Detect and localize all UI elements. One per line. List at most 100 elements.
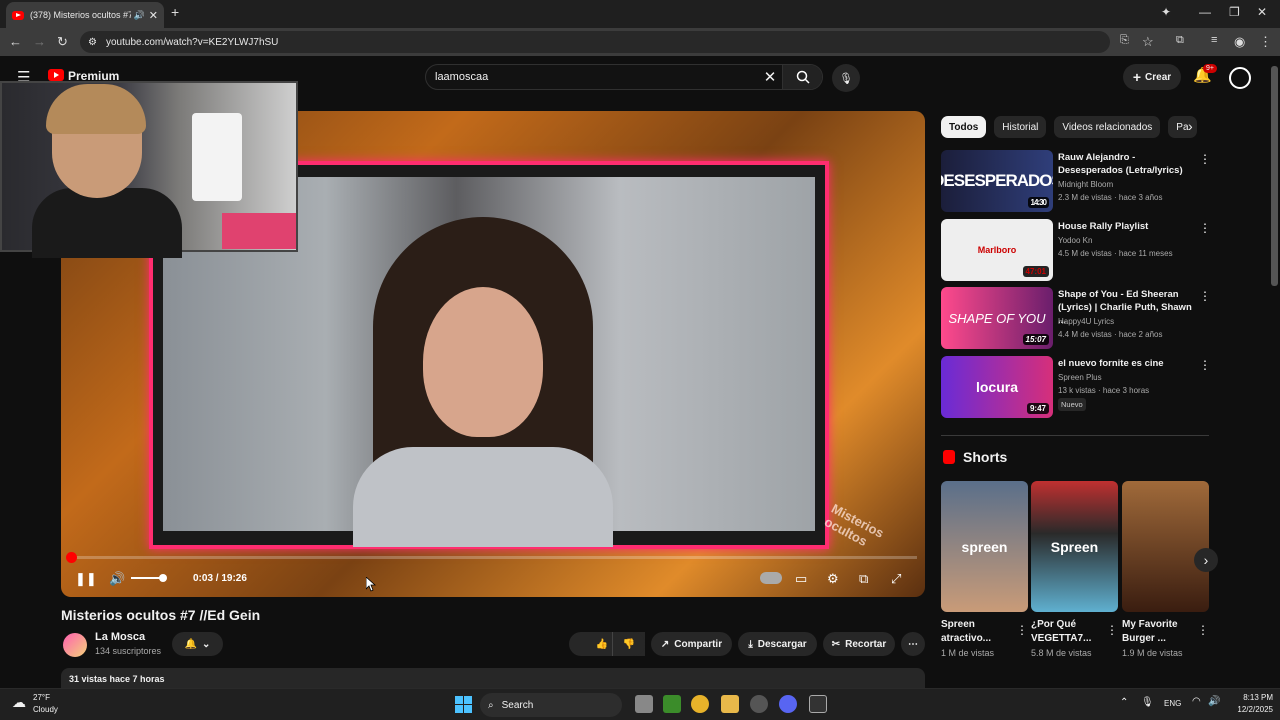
short-thumbnail[interactable]: Spreen xyxy=(1031,481,1118,612)
subscribe-bell-button[interactable]: 🔔 ⌄ xyxy=(172,632,223,656)
windows-start-icon[interactable] xyxy=(455,696,472,713)
short-more-icon[interactable]: ⋮ xyxy=(1106,623,1118,637)
speaker-tray-icon[interactable]: 🔊 xyxy=(1208,696,1220,707)
maximize-button[interactable]: ❐ xyxy=(1229,5,1240,19)
volume-icon[interactable]: 🔊 xyxy=(109,571,125,587)
task-view-icon[interactable] xyxy=(635,695,653,713)
gemini-icon[interactable]: ✦ xyxy=(1161,5,1171,19)
share-button[interactable]: ↗ Compartir xyxy=(651,632,732,656)
rec-channel[interactable]: Happy4U Lyrics xyxy=(1058,317,1114,326)
mic-tray-icon[interactable]: 🎙 xyxy=(1141,697,1154,708)
page-scrollbar[interactable] xyxy=(1271,66,1278,286)
minimize-button[interactable]: — xyxy=(1199,5,1211,19)
app-icon[interactable] xyxy=(750,695,768,713)
rec-thumbnail[interactable]: Marlboro 47:01 xyxy=(941,219,1053,281)
search-button[interactable] xyxy=(782,65,822,89)
forward-icon[interactable]: → xyxy=(33,34,46,49)
rec-channel[interactable]: Midnight Bloom xyxy=(1058,180,1113,189)
download-button[interactable]: ⤓ Descargar xyxy=(738,632,817,656)
channel-avatar[interactable] xyxy=(63,633,87,657)
browser-tab[interactable]: (378) Misterios ocultos #7 / 🔊 ✕ xyxy=(6,2,164,28)
scrubber-handle[interactable] xyxy=(66,552,78,563)
discord-icon[interactable] xyxy=(779,695,797,713)
settings-gear-icon[interactable]: ⚙ xyxy=(827,571,839,587)
speaker-icon[interactable]: 🔊 xyxy=(134,10,145,21)
short-item[interactable]: My Favorite Burger ... 1.9 M de vistas ⋮ xyxy=(1122,481,1209,658)
file-explorer-icon[interactable] xyxy=(721,695,739,713)
extensions-icon[interactable]: ⧉ xyxy=(1176,34,1184,47)
bookmark-star-icon[interactable]: ☆ xyxy=(1142,34,1154,50)
site-info-icon[interactable]: ⚙ xyxy=(88,37,97,48)
autoplay-toggle[interactable] xyxy=(760,572,782,584)
recommendation-item[interactable]: locura 9:47 el nuevo fornite es cine Spreen… xyxy=(941,356,1213,418)
rec-more-icon[interactable]: ⋮ xyxy=(1199,289,1211,303)
profile-icon[interactable]: ◉ xyxy=(1234,34,1245,50)
recommendation-item[interactable]: DESESPERADOS 14:30 Rauw Alejandro - Desesp… xyxy=(941,150,1213,212)
wifi-icon[interactable]: ◠ xyxy=(1192,696,1201,707)
short-item[interactable]: Spreen ¿Por Qué VEGETTA7... 5.8 M de vista… xyxy=(1031,481,1118,658)
rec-thumbnail[interactable]: locura 9:47 xyxy=(941,356,1053,418)
chrome-icon[interactable] xyxy=(691,695,709,713)
short-item[interactable]: spreen Spreen atractivo... 1 M de vistas ⋮ xyxy=(941,481,1028,658)
language-indicator[interactable]: ENG xyxy=(1164,699,1181,708)
epic-games-icon[interactable] xyxy=(809,695,827,713)
rec-thumbnail[interactable]: DESESPERADOS 14:30 xyxy=(941,150,1053,212)
close-window-button[interactable]: ✕ xyxy=(1257,5,1267,19)
back-icon[interactable]: ← xyxy=(9,34,22,49)
chip-1[interactable]: Historial xyxy=(994,116,1047,138)
rec-channel[interactable]: Yodoo Kn xyxy=(1058,236,1092,245)
fullscreen-icon[interactable]: ⤢ xyxy=(891,571,901,587)
clip-button[interactable]: ✂ Recortar xyxy=(823,632,895,656)
pause-icon[interactable]: ❚❚ xyxy=(75,571,97,587)
menu-kebab-icon[interactable]: ⋮ xyxy=(1259,34,1272,50)
miniplayer-icon[interactable]: ⧉ xyxy=(859,571,868,587)
chips-next-icon[interactable]: › xyxy=(1188,118,1193,134)
clock-date[interactable]: 12/2/2025 xyxy=(1231,705,1273,714)
rec-title[interactable]: House Rally Playlist xyxy=(1058,220,1196,233)
show-hidden-icons[interactable]: ⌃ xyxy=(1120,697,1128,708)
progress-bar[interactable] xyxy=(66,552,917,563)
short-title[interactable]: ¿Por Qué VEGETTA7... xyxy=(1031,618,1103,646)
new-tab-button[interactable]: + xyxy=(171,4,179,20)
chip-2[interactable]: Videos relacionados xyxy=(1054,116,1161,138)
search-input[interactable]: laamoscaa xyxy=(426,71,758,83)
short-title[interactable]: My Favorite Burger ... xyxy=(1122,618,1194,646)
rec-title[interactable]: Rauw Alejandro - Desesperados (Letra/lyr… xyxy=(1058,151,1196,177)
voice-search-button[interactable]: 🎙 xyxy=(832,64,860,92)
chip-0[interactable]: Todos xyxy=(941,116,987,138)
volume-slider[interactable] xyxy=(131,574,167,582)
channel-name[interactable]: La Mosca xyxy=(95,631,145,643)
rec-thumbnail[interactable]: SHAPE OF YOU 15:07 xyxy=(941,287,1053,349)
rec-more-icon[interactable]: ⋮ xyxy=(1199,221,1211,235)
short-title[interactable]: Spreen atractivo... xyxy=(941,618,1013,646)
rec-more-icon[interactable]: ⋮ xyxy=(1199,358,1211,372)
account-avatar[interactable] xyxy=(1229,67,1251,89)
recommendation-item[interactable]: Marlboro 47:01 House Rally Playlist Yodoo K… xyxy=(941,219,1213,281)
short-more-icon[interactable]: ⋮ xyxy=(1197,623,1209,637)
subtitles-icon[interactable]: ▭ xyxy=(795,571,807,587)
volume-knob[interactable] xyxy=(159,574,167,582)
description-meta: 31 vistas hace 7 horas xyxy=(69,674,165,684)
more-actions-button[interactable]: ⋯ xyxy=(901,632,925,656)
reload-icon[interactable]: ↻ xyxy=(57,34,68,50)
search-box[interactable]: laamoscaa ✕ xyxy=(425,64,823,90)
rec-title[interactable]: el nuevo fornite es cine xyxy=(1058,357,1196,370)
dislike-button[interactable]: 👎 xyxy=(612,632,645,656)
reading-list-icon[interactable]: ≡ xyxy=(1211,34,1217,46)
install-icon[interactable]: ⎘ xyxy=(1120,34,1129,47)
minecraft-icon[interactable] xyxy=(663,695,681,713)
rec-channel[interactable]: Spreen Plus xyxy=(1058,373,1102,382)
create-button[interactable]: + Crear xyxy=(1123,64,1181,90)
taskbar-search[interactable]: ⌕ Search xyxy=(480,693,622,717)
url-field[interactable]: ⚙ youtube.com/watch?v=KE2YLWJ7hSU xyxy=(80,31,1110,53)
recommendation-item[interactable]: SHAPE OF YOU 15:07 Shape of You - Ed Sheer… xyxy=(941,287,1213,349)
clock-time[interactable]: 8:13 PM xyxy=(1231,693,1273,702)
clear-search-icon[interactable]: ✕ xyxy=(758,68,782,86)
close-tab-icon[interactable]: ✕ xyxy=(149,9,158,22)
rec-more-icon[interactable]: ⋮ xyxy=(1199,152,1211,166)
short-more-icon[interactable]: ⋮ xyxy=(1016,623,1028,637)
short-thumbnail[interactable]: spreen xyxy=(941,481,1028,612)
youtube-logo-icon[interactable] xyxy=(48,69,64,81)
shorts-next-button[interactable]: › xyxy=(1194,548,1218,572)
short-thumbnail[interactable] xyxy=(1122,481,1209,612)
